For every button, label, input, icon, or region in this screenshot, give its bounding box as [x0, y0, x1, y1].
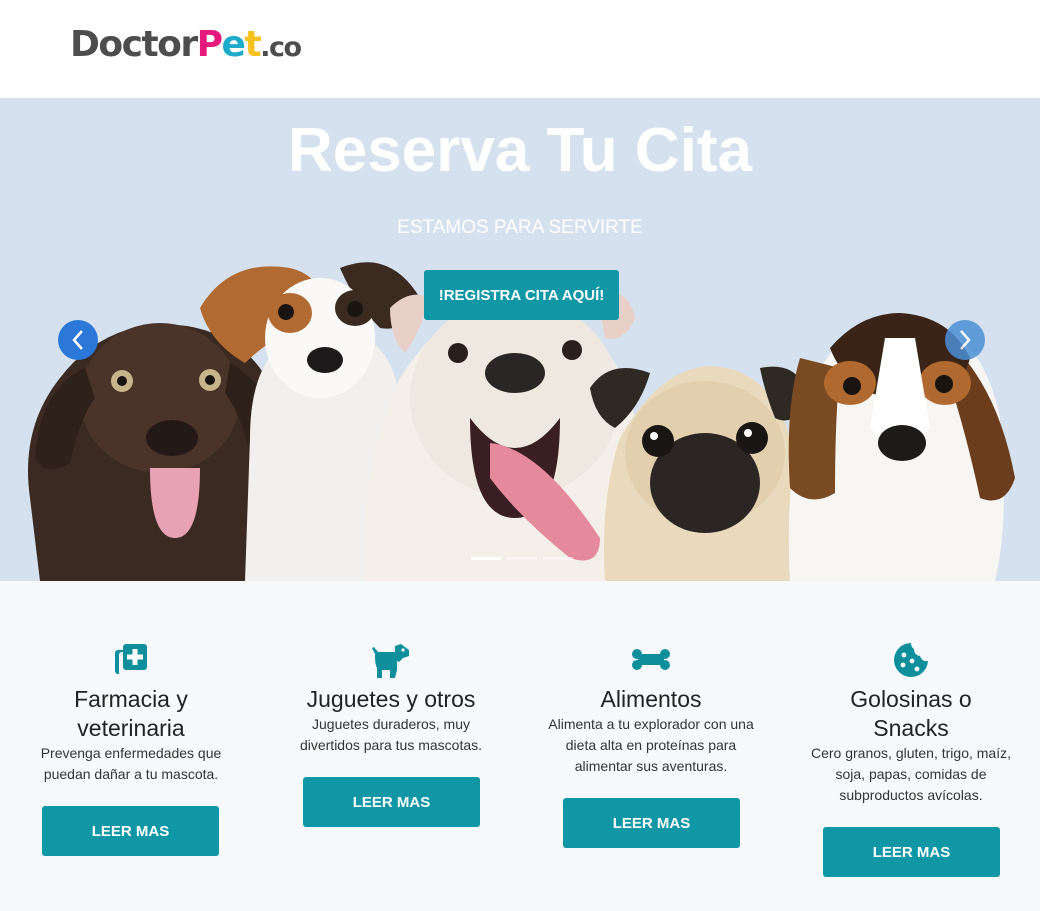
service-description: Alimenta a tu explorador con una dieta al… — [548, 716, 754, 774]
carousel-indicator-2[interactable] — [507, 557, 537, 560]
logo-text-e: e — [221, 24, 246, 65]
logo-text-co: .co — [260, 32, 302, 63]
carousel-indicator-1[interactable] — [471, 557, 501, 560]
hero-carousel: Reserva Tu Cita ESTAMOS PARA SERVIRTE !R… — [0, 98, 1040, 581]
read-more-button[interactable]: LEER MAS — [303, 777, 480, 827]
pharmacy-icon — [115, 644, 147, 676]
carousel-indicator-3[interactable] — [543, 557, 573, 560]
cookie-icon — [894, 643, 928, 677]
bulldog-illustration — [364, 292, 644, 581]
service-title: Golosinas o Snacks — [850, 686, 972, 741]
service-title: Farmacia y veterinaria — [74, 686, 188, 741]
service-description: Juguetes duraderos, muy divertidos para t… — [299, 716, 483, 753]
read-more-button[interactable]: LEER MAS — [563, 798, 740, 848]
carousel-prev-button[interactable] — [58, 320, 98, 360]
site-header: DoctorPet.co — [0, 0, 1040, 98]
logo-text-t: t — [244, 24, 261, 65]
pug-illustration — [590, 366, 808, 581]
read-more-button[interactable]: LEER MAS — [42, 806, 219, 856]
bone-icon — [632, 649, 670, 670]
services-section: Farmacia y veterinaria Prevenga enfermeda… — [0, 581, 1040, 911]
logo-text-p: P — [196, 24, 223, 65]
hero-subtitle: ESTAMOS PARA SERVIRTE — [397, 217, 643, 238]
register-appointment-button[interactable]: !REGISTRA CITA AQUÍ! — [424, 270, 619, 320]
beagle-illustration — [788, 313, 1015, 581]
chevron-right-icon — [960, 330, 971, 350]
doctorpet-logo[interactable]: DoctorPet.co — [70, 24, 302, 69]
service-description: Cero granos, gluten, trigo, maíz, soja, p… — [811, 745, 1011, 803]
hero-title: Reserva Tu Cita — [287, 116, 753, 185]
service-description: Prevenga enfermedades que puedan dañar a … — [40, 745, 222, 782]
service-title: Juguetes y otros — [306, 686, 476, 712]
dog-icon — [372, 644, 409, 678]
carousel-next-button[interactable] — [945, 320, 985, 360]
service-title: Alimentos — [600, 686, 702, 712]
chevron-left-icon — [72, 330, 83, 350]
carousel-indicators — [471, 557, 573, 560]
read-more-button[interactable]: LEER MAS — [823, 827, 1000, 877]
logo-text-doctor: Doctor — [70, 24, 198, 65]
